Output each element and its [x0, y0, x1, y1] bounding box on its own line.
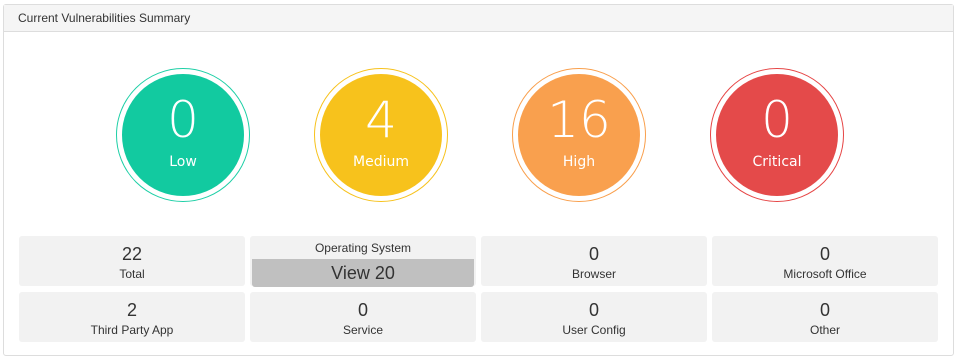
category-service-value: 0: [357, 300, 368, 320]
category-operating-system: Operating System View 20: [250, 236, 476, 287]
severity-medium-gauge[interactable]: 4 Medium: [314, 68, 448, 202]
severity-high-count: 16: [547, 91, 611, 149]
category-third-party-app-label: Third Party App: [90, 323, 174, 337]
severity-critical-label: Critical: [752, 154, 802, 170]
panel-title: Current Vulnerabilities Summary: [4, 5, 953, 32]
severity-critical-count: 0: [761, 91, 793, 149]
category-third-party-app-value: 2: [126, 300, 137, 320]
category-total[interactable]: 22 Total: [19, 236, 245, 286]
severity-gauges: 0 Low 4 Medium 16 High 0 Critical: [4, 68, 953, 208]
category-total-label: Total: [119, 267, 145, 281]
severity-high-circle: 16 High: [518, 74, 640, 196]
severity-low-circle: 0 Low: [122, 74, 244, 196]
category-other-label: Other: [809, 323, 840, 337]
severity-medium-count: 4: [365, 91, 397, 149]
severity-high-label: High: [562, 154, 596, 170]
category-service-label: Service: [342, 323, 383, 337]
vulnerabilities-summary-panel: Current Vulnerabilities Summary 0 Low 4 …: [3, 4, 954, 356]
category-user-config-value: 0: [588, 300, 599, 320]
severity-high-gauge[interactable]: 16 High: [512, 68, 646, 202]
category-third-party-app[interactable]: 2 Third Party App: [19, 292, 245, 342]
category-browser-label: Browser: [571, 267, 616, 281]
category-browser-value: 0: [588, 244, 599, 264]
category-other-value: 0: [819, 300, 830, 320]
category-user-config[interactable]: 0 User Config: [481, 292, 707, 342]
severity-low-label: Low: [169, 154, 197, 170]
category-user-config-label: User Config: [562, 323, 626, 337]
category-other[interactable]: 0 Other: [712, 292, 938, 342]
severity-critical-gauge[interactable]: 0 Critical: [710, 68, 844, 202]
category-microsoft-office[interactable]: 0 Microsoft Office: [712, 236, 938, 286]
severity-medium-circle: 4 Medium: [320, 74, 442, 196]
category-operating-system-label: Operating System: [314, 241, 412, 255]
category-microsoft-office-value: 0: [819, 244, 830, 264]
severity-critical-circle: 0 Critical: [716, 74, 838, 196]
severity-low-gauge[interactable]: 0 Low: [116, 68, 250, 202]
severity-low-count: 0: [167, 91, 199, 149]
severity-medium-label: Medium: [353, 154, 409, 170]
category-browser[interactable]: 0 Browser: [481, 236, 707, 286]
category-service[interactable]: 0 Service: [250, 292, 476, 342]
category-microsoft-office-label: Microsoft Office: [783, 267, 867, 281]
view-operating-system-button[interactable]: View 20: [252, 259, 474, 287]
category-total-value: 22: [121, 244, 143, 264]
